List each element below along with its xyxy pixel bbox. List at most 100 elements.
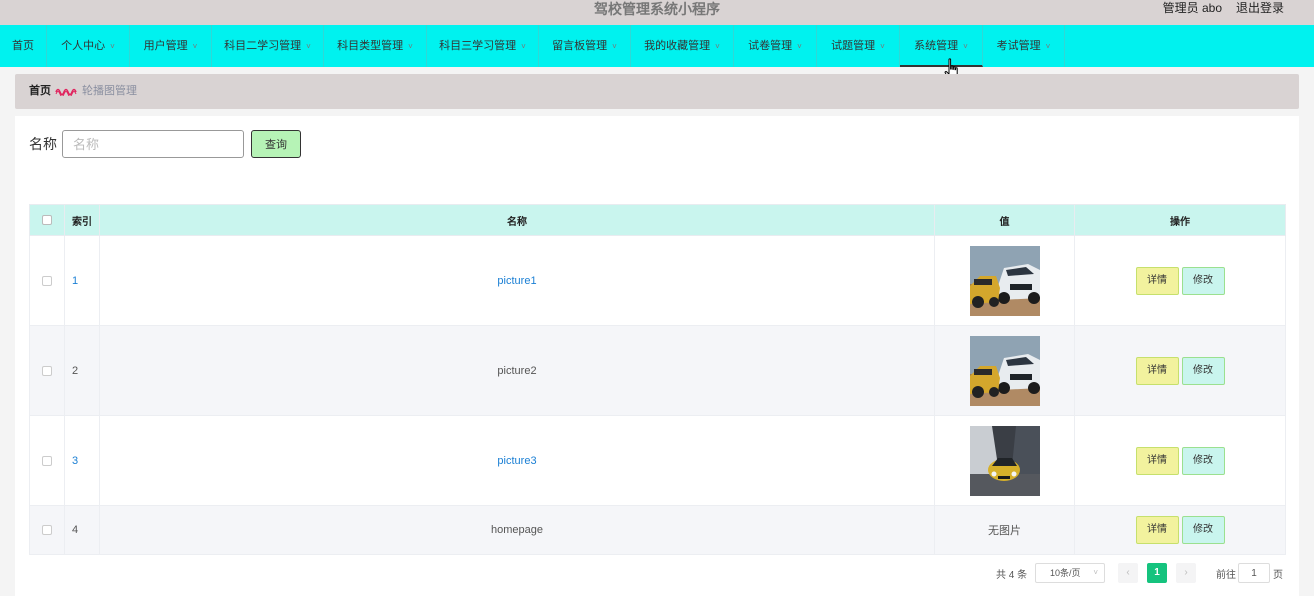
nav-item-8[interactable]: 试卷管理 ˅ xyxy=(734,25,817,67)
row-select-cell xyxy=(30,326,65,416)
chevron-down-icon: ˅ xyxy=(880,26,885,68)
nav-item-label: 科目三学习管理 xyxy=(439,40,516,52)
nav-item-11[interactable]: 考试管理 ˅ xyxy=(983,25,1065,67)
column-header-actions: 操作 xyxy=(1075,205,1286,236)
row-checkbox[interactable] xyxy=(42,456,52,466)
column-header-name: 名称 xyxy=(100,205,935,236)
row-name-cell: picture3 xyxy=(100,416,935,506)
nav-item-label: 试卷管理 xyxy=(748,40,792,52)
row-name: homepage xyxy=(491,524,543,536)
next-page-button[interactable]: › xyxy=(1176,563,1196,583)
goto-label: 前往 xyxy=(1216,566,1236,581)
car-front-thumbnail[interactable] xyxy=(970,246,1040,316)
row-checkbox[interactable] xyxy=(42,276,52,286)
row-index: 1 xyxy=(72,275,78,287)
nav-item-3[interactable]: 科目二学习管理 ˅ xyxy=(212,25,324,67)
main-nav: 首页个人中心˅用户管理˅科目二学习管理˅科目类型管理˅科目三学习管理˅留言板管理… xyxy=(0,25,1314,67)
prev-page-button[interactable]: ‹ xyxy=(1118,563,1138,583)
logout-link[interactable]: 退出登录 xyxy=(1236,0,1284,16)
nav-item-label: 系统管理 xyxy=(914,40,958,52)
edit-button[interactable]: 修改 xyxy=(1182,357,1225,385)
row-checkbox[interactable] xyxy=(42,366,52,376)
table-row[interactable]: 4 homepage 无图片 详情修改 xyxy=(30,506,1286,555)
nav-item-2[interactable]: 用户管理˅ xyxy=(130,25,212,67)
detail-button[interactable]: 详情 xyxy=(1136,357,1179,385)
nav-item-label: 个人中心 xyxy=(61,40,105,52)
detail-button[interactable]: 详情 xyxy=(1136,267,1179,295)
page-number-current[interactable]: 1 xyxy=(1147,563,1167,583)
content-panel: 名称 查询 索引 名称 值 操作 1picture1详情修改2picture2详… xyxy=(15,116,1299,596)
data-table: 索引 名称 值 操作 1picture1详情修改2picture2详情修改3pi… xyxy=(29,204,1286,555)
chevron-down-icon: ˅ xyxy=(193,26,198,68)
breadcrumb: 首页 轮播图管理 xyxy=(15,74,1299,109)
chevron-down-icon: ˅ xyxy=(306,26,311,68)
breadcrumb-home[interactable]: 首页 xyxy=(29,74,51,109)
row-select-cell xyxy=(30,416,65,506)
row-index: 3 xyxy=(72,455,78,467)
row-index-cell: 1 xyxy=(65,236,100,326)
page-size-value: 10条/页 xyxy=(1050,568,1081,578)
wave-separator-icon xyxy=(55,86,77,96)
row-select-cell xyxy=(30,506,65,555)
chevron-down-icon: ˅ xyxy=(612,26,617,68)
chevron-down-icon: ˅ xyxy=(1046,26,1051,68)
row-value-cell: 无图片 xyxy=(935,506,1075,555)
nav-item-7[interactable]: 我的收藏管理˅ xyxy=(631,25,734,67)
row-index-cell: 4 xyxy=(65,506,100,555)
search-input[interactable] xyxy=(62,130,244,158)
chevron-down-icon: ˅ xyxy=(797,26,802,68)
nav-item-label: 考试管理 xyxy=(997,40,1041,52)
select-all-checkbox[interactable] xyxy=(42,215,52,225)
edit-button[interactable]: 修改 xyxy=(1182,267,1225,295)
table-row[interactable]: 1 picture1 详情修改 xyxy=(30,236,1286,326)
pagination: 共 4 条 10条/页 ˅ ‹ 1 › 前往 页 xyxy=(15,563,1299,583)
detail-button[interactable]: 详情 xyxy=(1136,516,1179,544)
table-row[interactable]: 2picture2详情修改 xyxy=(30,326,1286,416)
nav-item-label: 试题管理 xyxy=(831,40,875,52)
chevron-down-icon: ˅ xyxy=(715,26,720,68)
row-name: picture3 xyxy=(497,455,536,467)
row-actions-cell: 详情修改 xyxy=(1075,236,1286,326)
row-name-cell: picture1 xyxy=(100,236,935,326)
chevron-down-icon: ˅ xyxy=(1093,564,1098,582)
row-value-cell xyxy=(935,236,1075,326)
nav-item-0[interactable]: 首页 xyxy=(0,25,47,67)
app-title: 驾校管理系统小程序 xyxy=(0,0,1314,18)
car-front-thumbnail[interactable] xyxy=(970,336,1040,406)
edit-button[interactable]: 修改 xyxy=(1182,447,1225,475)
nav-item-label: 科目二学习管理 xyxy=(224,40,301,52)
row-name: picture2 xyxy=(497,365,536,377)
edit-button[interactable]: 修改 xyxy=(1182,516,1225,544)
nav-item-4[interactable]: 科目类型管理˅ xyxy=(324,25,427,67)
nav-item-10[interactable]: 系统管理 ˅ xyxy=(900,25,983,67)
chevron-down-icon: ˅ xyxy=(110,26,115,68)
row-index: 4 xyxy=(72,524,78,536)
table-row[interactable]: 3 picture3 详情修改 xyxy=(30,416,1286,506)
current-user: 管理员 abo xyxy=(1163,0,1222,16)
nav-item-label: 留言板管理 xyxy=(552,40,607,52)
car-tunnel-thumbnail[interactable] xyxy=(970,426,1040,496)
row-checkbox[interactable] xyxy=(42,525,52,535)
chevron-down-icon: ˅ xyxy=(408,26,413,68)
row-select-cell xyxy=(30,236,65,326)
nav-item-9[interactable]: 试题管理 ˅ xyxy=(817,25,900,67)
table-header-row: 索引 名称 值 操作 xyxy=(30,205,1286,236)
select-all-cell xyxy=(30,205,65,236)
nav-item-6[interactable]: 留言板管理 ˅ xyxy=(539,25,631,67)
row-actions-cell: 详情修改 xyxy=(1075,326,1286,416)
nav-item-5[interactable]: 科目三学习管理 ˅ xyxy=(427,25,539,67)
row-actions-cell: 详情修改 xyxy=(1075,416,1286,506)
row-actions-cell: 详情修改 xyxy=(1075,506,1286,555)
chevron-down-icon: ˅ xyxy=(521,26,526,68)
detail-button[interactable]: 详情 xyxy=(1136,447,1179,475)
nav-item-1[interactable]: 个人中心 ˅ xyxy=(47,25,130,67)
row-value-cell xyxy=(935,326,1075,416)
page-size-select[interactable]: 10条/页 ˅ xyxy=(1035,563,1105,583)
breadcrumb-current: 轮播图管理 xyxy=(82,74,137,109)
chevron-down-icon: ˅ xyxy=(963,26,968,68)
goto-page-input[interactable] xyxy=(1238,563,1270,583)
no-image-text: 无图片 xyxy=(988,525,1021,537)
search-label: 名称 xyxy=(29,134,57,154)
row-name-cell: picture2 xyxy=(100,326,935,416)
query-button[interactable]: 查询 xyxy=(251,130,301,158)
